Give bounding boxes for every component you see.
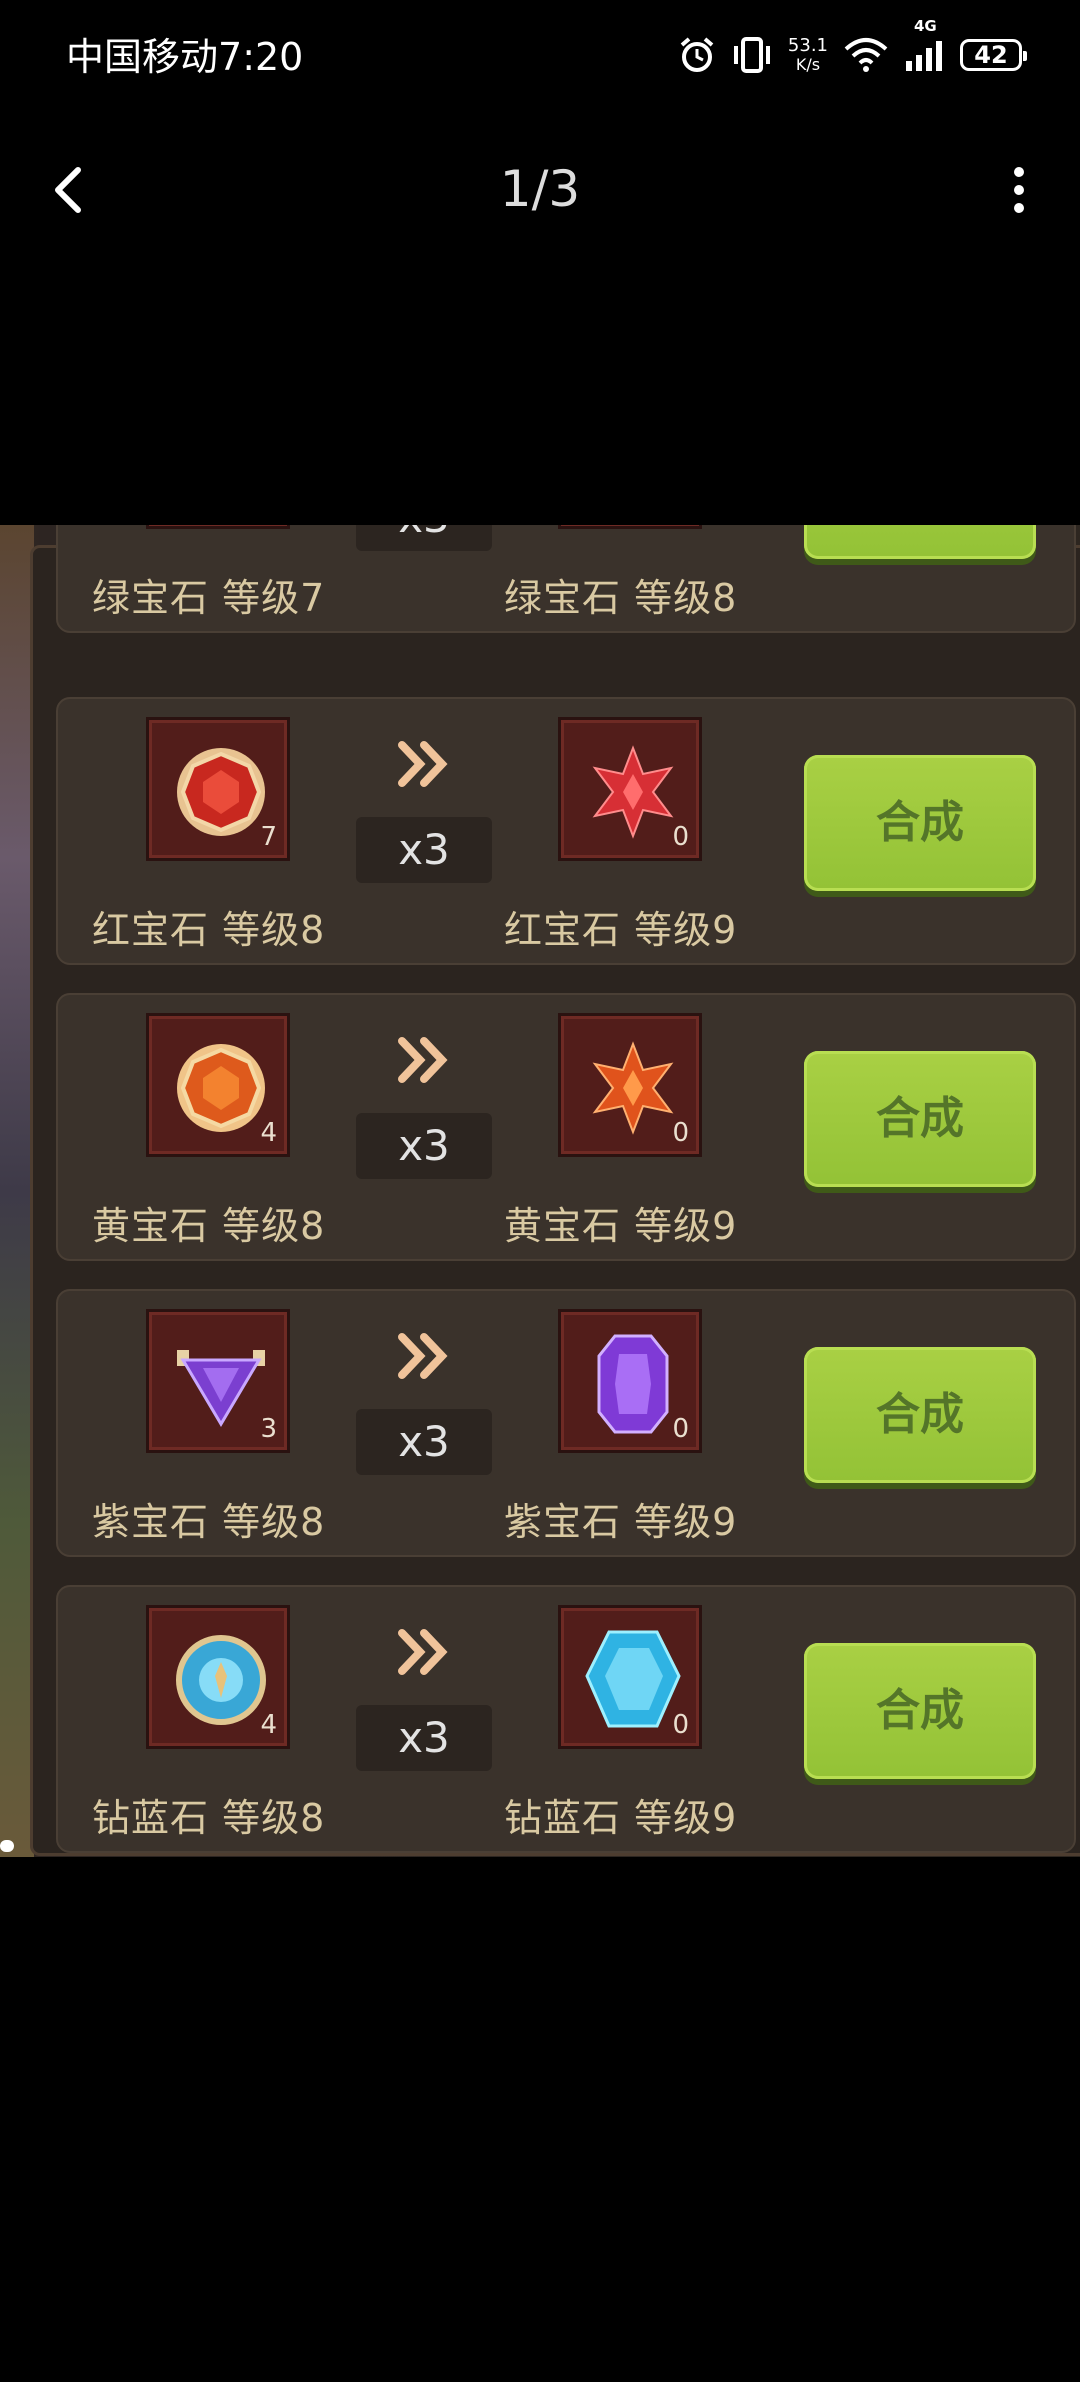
target-gem-slot[interactable]: 0	[558, 1309, 702, 1453]
status-icons: 53.1 K/s 4G 42	[678, 17, 1027, 81]
scroll-indicator	[0, 1840, 14, 1852]
multiplier-label: x3	[356, 525, 492, 551]
synthesize-button[interactable]: 合成	[804, 755, 1036, 891]
source-gem-slot[interactable]: 4	[146, 1605, 290, 1749]
more-options-icon[interactable]	[994, 160, 1044, 220]
battery-level: 42	[974, 40, 1008, 69]
synthesize-button[interactable]: 合成	[804, 1643, 1036, 1779]
clock: 7:20	[218, 35, 304, 79]
synthesis-row: 4 黄宝石 等级8 x3 0 黄宝石 等级9 合成	[56, 993, 1076, 1261]
target-gem-name: 红宝石 等级9	[504, 908, 738, 952]
image-counter: 1/3	[499, 160, 581, 218]
target-gem-slot[interactable]: 0	[558, 717, 702, 861]
alarm-icon	[680, 36, 714, 72]
synthesize-button[interactable]: 合成	[804, 525, 1036, 559]
source-gem-slot[interactable]: 4	[146, 1013, 290, 1157]
cellular: 4G	[904, 17, 944, 81]
carrier-label: 中国移动	[66, 35, 219, 79]
source-gem-name: 钻蓝石 等级8	[92, 1796, 326, 1840]
synthesize-button[interactable]: 合成	[804, 1347, 1036, 1483]
double-chevron-icon	[398, 741, 448, 787]
source-gem-quantity: 3	[260, 1414, 277, 1444]
synthesize-button[interactable]: 合成	[804, 1051, 1036, 1187]
double-chevron-icon	[398, 1037, 448, 1083]
target-gem-quantity: 0	[672, 1118, 689, 1148]
game-background-strip	[0, 525, 34, 1857]
synthesis-row: 4 钻蓝石 等级8 x3 0 钻蓝石 等级9 合成	[56, 1585, 1076, 1853]
vibrate-icon	[733, 36, 770, 73]
target-gem-name: 绿宝石 等级8	[504, 576, 738, 620]
image-viewer-toolbar: 1/3	[0, 130, 1080, 250]
multiplier-label: x3	[356, 817, 492, 883]
target-gem-slot[interactable]: 0	[558, 1013, 702, 1157]
multiplier-label: x3	[356, 1113, 492, 1179]
target-gem-quantity: 0	[672, 822, 689, 852]
source-gem-slot[interactable]: 3	[146, 525, 290, 529]
signal-icon	[906, 41, 942, 71]
source-gem-name: 绿宝石 等级7	[92, 576, 326, 620]
net-speed: 53.1 K/s	[788, 36, 828, 74]
multiplier-label: x3	[356, 1705, 492, 1771]
net-speed-value: 53.1	[787, 34, 828, 56]
wifi-icon	[844, 37, 888, 72]
double-chevron-icon	[398, 1333, 448, 1379]
target-gem-quantity: 0	[672, 1710, 689, 1740]
target-gem-name: 黄宝石 等级9	[504, 1204, 738, 1248]
net-speed-unit: K/s	[795, 54, 821, 74]
target-gem-name: 紫宝石 等级9	[504, 1500, 738, 1544]
source-gem-slot[interactable]: 3	[146, 1309, 290, 1453]
synthesis-row: 3 绿宝石 等级7 x3 0 绿宝石 等级8 合成	[56, 525, 1076, 633]
target-gem-slot[interactable]: 0	[558, 525, 702, 529]
multiplier-label: x3	[356, 1409, 492, 1475]
source-gem-quantity: 7	[260, 822, 277, 852]
battery-icon: 42	[960, 38, 1027, 71]
source-gem-quantity: 4	[260, 1118, 277, 1148]
game-screenshot: 3 绿宝石 等级7 x3 0 绿宝石 等级8 合成 7 红宝石 等级8 x3 0 红宝石 等级9 合成…	[0, 525, 1080, 1857]
source-gem-name: 黄宝石 等级8	[92, 1204, 326, 1248]
target-gem-name: 钻蓝石 等级9	[504, 1796, 738, 1840]
synthesis-row: 7 红宝石 等级8 x3 0 红宝石 等级9 合成	[56, 697, 1076, 965]
source-gem-quantity: 4	[260, 1710, 277, 1740]
target-gem-quantity: 0	[672, 1414, 689, 1444]
status-bar: 中国移动7:20 53.1 K/s 4G 42	[0, 0, 1080, 100]
source-gem-name: 紫宝石 等级8	[92, 1500, 326, 1544]
source-gem-name: 红宝石 等级8	[92, 908, 326, 952]
target-gem-slot[interactable]: 0	[558, 1605, 702, 1749]
source-gem-slot[interactable]: 7	[146, 717, 290, 861]
synthesis-row: 3 紫宝石 等级8 x3 0 紫宝石 等级9 合成	[56, 1289, 1076, 1557]
carrier-time: 中国移动7:20	[66, 26, 303, 81]
network-type: 4G	[914, 17, 937, 35]
double-chevron-icon	[398, 1629, 448, 1675]
